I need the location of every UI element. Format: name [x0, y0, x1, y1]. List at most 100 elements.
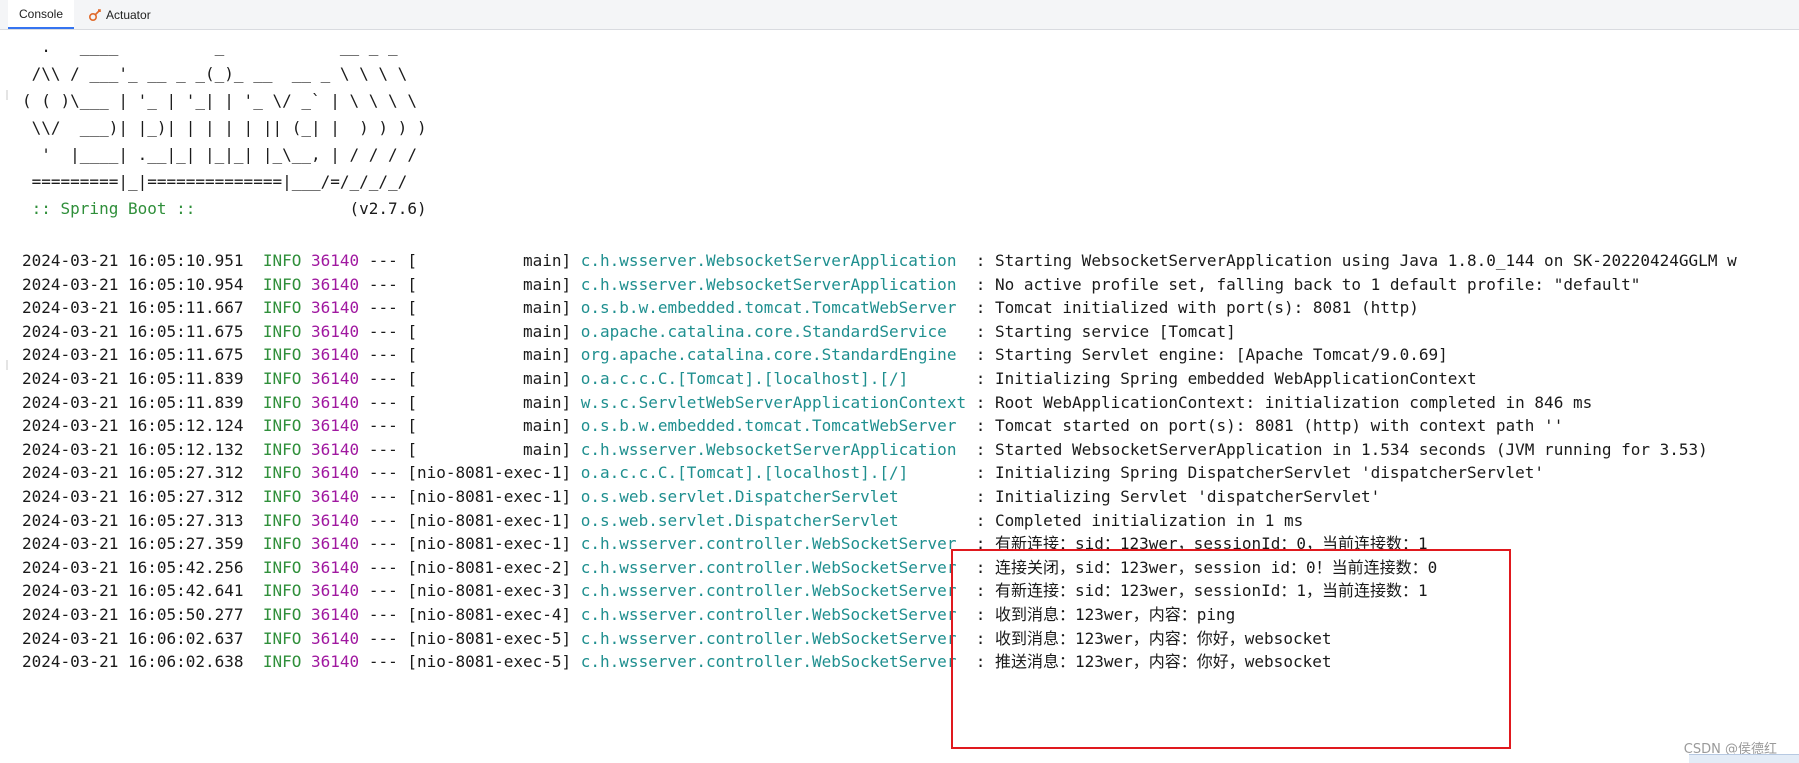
corner-widget[interactable] — [1689, 754, 1799, 763]
gutter-mark — [6, 360, 8, 370]
log-spacer — [244, 463, 263, 482]
log-message: Started WebsocketServerApplication in 1.… — [994, 439, 1708, 459]
log-spacer — [398, 345, 408, 364]
banner-line: ' |____| .__|_| |_|_| |_\__, | / / / / — [22, 145, 417, 164]
spring-boot-banner-version: :: Spring Boot :: (v2.7.6) — [22, 195, 427, 222]
log-colon: : — [975, 510, 995, 530]
log-line: 2024-03-21 16:06:02.637 INFO 36140 --- [… — [22, 627, 1331, 651]
log-message: Tomcat initialized with port(s): 8081 (h… — [994, 298, 1419, 318]
log-spacer — [398, 369, 408, 388]
log-thread: [nio-8081-exec-1] — [407, 463, 572, 483]
log-pid: 36140 — [311, 321, 360, 341]
log-message: Starting Servlet engine: [Apache Tomcat/… — [994, 345, 1448, 365]
log-line: 2024-03-21 16:05:10.951 INFO 36140 --- [… — [22, 249, 1737, 273]
spring-boot-label: :: Spring Boot :: — [22, 199, 206, 218]
log-spacer — [359, 558, 369, 577]
banner-line: . ____ _ __ _ _ — [22, 37, 398, 56]
log-spacer — [301, 416, 311, 435]
log-logger: o.s.web.servlet.DispatcherServlet — [580, 487, 976, 506]
tab-actuator[interactable]: Actuator — [84, 0, 164, 29]
log-line: 2024-03-21 16:05:42.641 INFO 36140 --- [… — [22, 579, 1428, 603]
log-thread: [ main] — [407, 392, 572, 412]
log-colon: : — [975, 439, 995, 459]
log-timestamp: 2024-03-21 16:05:11.667 — [22, 298, 244, 318]
log-spacer — [301, 251, 311, 270]
log-spacer — [571, 605, 581, 624]
tab-console[interactable]: Console — [8, 0, 74, 29]
log-message: 有新连接：sid：123wer，sessionId：0，当前连接数：1 — [994, 534, 1428, 554]
log-logger: c.h.wsserver.controller.WebSocketServer — [580, 557, 976, 577]
log-timestamp: 2024-03-21 16:05:42.641 — [22, 581, 244, 601]
tab-actuator-label: Actuator — [106, 7, 151, 22]
log-thread: [ main] — [407, 274, 572, 294]
log-colon: : — [975, 369, 995, 388]
log-spacer — [398, 393, 408, 412]
log-spacer — [571, 652, 581, 671]
log-message: Initializing Spring DispatcherServlet 'd… — [994, 463, 1545, 483]
log-logger: o.s.web.servlet.DispatcherServlet — [580, 510, 976, 530]
log-spacer — [359, 581, 369, 600]
log-separator: --- — [368, 581, 398, 601]
log-separator: --- — [368, 392, 398, 412]
log-line: 2024-03-21 16:05:42.256 INFO 36140 --- [… — [22, 556, 1437, 580]
log-message: 收到消息：123wer，内容：你好，websocket — [994, 628, 1332, 648]
log-pid: 36140 — [311, 652, 360, 672]
gutter-mark — [6, 90, 8, 100]
log-colon: : — [975, 463, 995, 483]
log-pid: 36140 — [311, 439, 360, 459]
log-spacer — [244, 322, 263, 341]
log-pid: 36140 — [311, 487, 360, 506]
log-thread: [nio-8081-exec-4] — [407, 605, 572, 624]
banner-line: ( ( )\___ | '_ | '_| | '_ \/ _` | \ \ \ … — [22, 91, 417, 110]
log-colon: : — [975, 392, 995, 412]
log-colon: : — [975, 298, 995, 318]
log-level: INFO — [262, 628, 302, 648]
log-colon: : — [975, 652, 995, 672]
log-thread: [ main] — [407, 439, 572, 459]
log-colon: : — [975, 321, 995, 341]
log-level: INFO — [262, 605, 302, 624]
log-separator: --- — [368, 534, 398, 554]
log-spacer — [571, 629, 581, 648]
log-pid: 36140 — [311, 345, 360, 365]
log-level: INFO — [262, 439, 302, 459]
log-timestamp: 2024-03-21 16:05:12.124 — [22, 416, 244, 436]
log-message: Starting WebsocketServerApplication usin… — [994, 251, 1737, 270]
log-spacer — [301, 605, 311, 624]
log-level: INFO — [262, 345, 302, 365]
log-line: 2024-03-21 16:05:27.313 INFO 36140 --- [… — [22, 509, 1303, 533]
log-thread: [nio-8081-exec-5] — [407, 628, 572, 648]
log-spacer — [398, 463, 408, 482]
log-level: INFO — [262, 581, 302, 601]
log-timestamp: 2024-03-21 16:05:11.675 — [22, 345, 244, 365]
log-separator: --- — [368, 321, 398, 341]
log-timestamp: 2024-03-21 16:05:11.839 — [22, 369, 244, 388]
log-spacer — [301, 487, 311, 506]
log-separator: --- — [368, 439, 398, 459]
log-colon: : — [975, 487, 995, 506]
log-timestamp: 2024-03-21 16:05:27.312 — [22, 487, 244, 506]
log-spacer — [398, 511, 408, 530]
log-separator: --- — [368, 652, 398, 672]
log-line: 2024-03-21 16:05:27.359 INFO 36140 --- [… — [22, 532, 1428, 556]
log-spacer — [244, 581, 263, 600]
log-spacer — [301, 652, 311, 671]
log-separator: --- — [368, 510, 398, 530]
tool-window-tabbar: Console Actuator — [0, 0, 1799, 30]
log-spacer — [571, 251, 581, 270]
log-level: INFO — [262, 392, 302, 412]
log-separator: --- — [368, 345, 398, 365]
console-output[interactable]: . ____ _ __ _ _ /\\ / ___'_ __ _ _(_)_ _… — [0, 30, 1799, 763]
log-spacer — [571, 369, 581, 388]
log-spacer — [244, 487, 263, 506]
log-spacer — [359, 393, 369, 412]
log-logger: w.s.c.ServletWebServerApplicationContext — [580, 392, 976, 412]
log-pid: 36140 — [311, 298, 360, 318]
log-spacer — [244, 534, 263, 553]
log-logger: c.h.wsserver.WebsocketServerApplication — [580, 274, 976, 294]
log-message: Initializing Spring embedded WebApplicat… — [994, 369, 1477, 388]
log-level: INFO — [262, 557, 302, 577]
log-spacer — [301, 345, 311, 364]
log-spacer — [398, 652, 408, 671]
log-message: No active profile set, falling back to 1… — [994, 274, 1641, 294]
